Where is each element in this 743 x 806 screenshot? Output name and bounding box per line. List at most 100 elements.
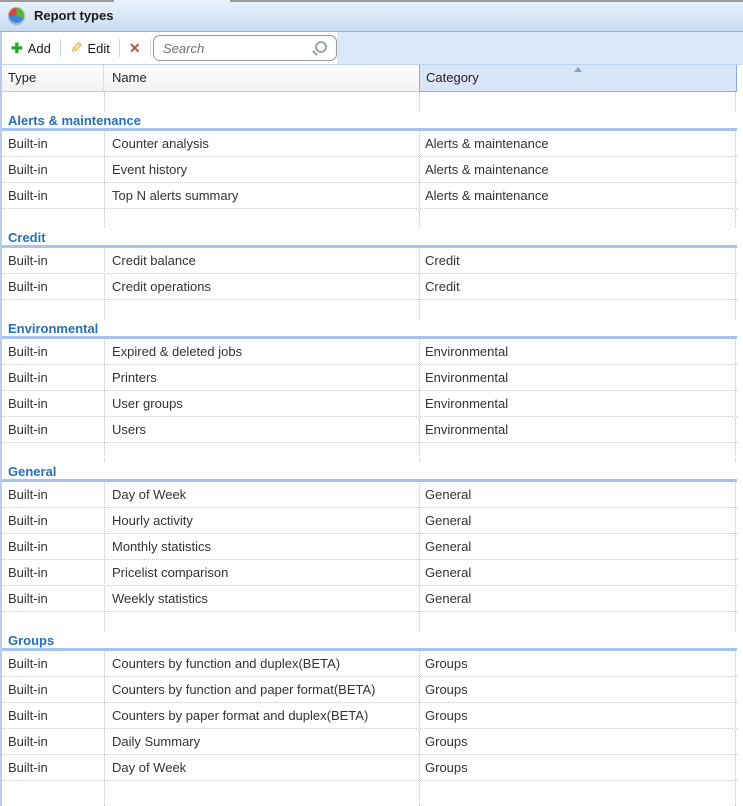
- cell-name: Pricelist comparison: [104, 560, 419, 585]
- group-section: Credit Built-in Credit balance Credit Bu…: [0, 229, 743, 300]
- group-section: Environmental Built-in Expired & deleted…: [0, 320, 743, 443]
- cell-type: Built-in: [0, 729, 104, 754]
- cell-category: General: [419, 508, 737, 533]
- cell-name: Counters by function and duplex(BETA): [104, 651, 419, 676]
- cell-name: Credit operations: [104, 274, 419, 299]
- group-rows: Built-in Day of Week General Built-in Ho…: [0, 482, 743, 612]
- cell-type: Built-in: [0, 508, 104, 533]
- cell-category: Environmental: [419, 365, 737, 390]
- table-row[interactable]: Built-in Daily Summary Groups: [0, 729, 737, 755]
- cell-type: Built-in: [0, 417, 104, 442]
- delete-x-icon: ✕: [129, 41, 141, 55]
- cell-category: Environmental: [419, 339, 737, 364]
- cell-type: Built-in: [0, 131, 104, 156]
- table-row[interactable]: Built-in Counters by function and duplex…: [0, 651, 737, 677]
- cell-name: Event history: [104, 157, 419, 182]
- table-row[interactable]: Built-in Monthly statistics General: [0, 534, 737, 560]
- group-rows: Built-in Counter analysis Alerts & maint…: [0, 131, 743, 209]
- table-row[interactable]: Built-in Event history Alerts & maintena…: [0, 157, 737, 183]
- cell-name: Day of Week: [104, 755, 419, 780]
- cell-name: Users: [104, 417, 419, 442]
- group-section: General Built-in Day of Week General Bui…: [0, 463, 743, 612]
- table-row[interactable]: Built-in Counters by paper format and du…: [0, 703, 737, 729]
- pie-chart-icon: [8, 7, 25, 24]
- group-header-label: Alerts & maintenance: [8, 113, 141, 128]
- cell-type: Built-in: [0, 248, 104, 273]
- window-left-border: [0, 32, 2, 806]
- table-row[interactable]: Built-in Day of Week General: [0, 482, 737, 508]
- toolbar: ✚ Add ✎ Edit ✕: [0, 32, 743, 65]
- cell-name: Printers: [104, 365, 419, 390]
- cell-type: Built-in: [0, 755, 104, 780]
- table-row[interactable]: Built-in Pricelist comparison General: [0, 560, 737, 586]
- group-section: Groups Built-in Counters by function and…: [0, 632, 743, 781]
- window-title: Report types: [34, 8, 113, 23]
- group-rows: Built-in Credit balance Credit Built-in …: [0, 248, 743, 300]
- cell-name: Day of Week: [104, 482, 419, 507]
- table-body: Alerts & maintenance Built-in Counter an…: [0, 92, 743, 806]
- group-header: Environmental: [0, 320, 737, 339]
- report-types-window: Report types ✚ Add ✎ Edit ✕ Type Nam: [0, 0, 743, 806]
- cell-category: Environmental: [419, 417, 737, 442]
- cell-category: Alerts & maintenance: [419, 131, 737, 156]
- column-header-category-label: Category: [426, 70, 479, 85]
- cell-category: General: [419, 482, 737, 507]
- group-section: Alerts & maintenance Built-in Counter an…: [0, 112, 743, 209]
- cell-name: Counters by paper format and duplex(BETA…: [104, 703, 419, 728]
- cell-type: Built-in: [0, 586, 104, 611]
- cell-type: Built-in: [0, 482, 104, 507]
- cell-category: General: [419, 534, 737, 559]
- cell-name: Counters by function and paper format(BE…: [104, 677, 419, 702]
- table-row[interactable]: Built-in Expired & deleted jobs Environm…: [0, 339, 737, 365]
- table-row[interactable]: Built-in Weekly statistics General: [0, 586, 737, 612]
- group-header-label: General: [8, 464, 56, 479]
- edit-button-label: Edit: [87, 41, 109, 56]
- table-row[interactable]: Built-in Hourly activity General: [0, 508, 737, 534]
- table-row[interactable]: Built-in Users Environmental: [0, 417, 737, 443]
- cell-type: Built-in: [0, 677, 104, 702]
- group-rows: Built-in Counters by function and duplex…: [0, 651, 743, 781]
- cell-type: Built-in: [0, 391, 104, 416]
- background-window-edge-left: [0, 0, 114, 2]
- table-row[interactable]: Built-in Day of Week Groups: [0, 755, 737, 781]
- cell-name: Monthly statistics: [104, 534, 419, 559]
- table-row[interactable]: Built-in Top N alerts summary Alerts & m…: [0, 183, 737, 209]
- cell-category: Alerts & maintenance: [419, 183, 737, 208]
- search-input[interactable]: [153, 35, 337, 61]
- table-row[interactable]: Built-in Credit operations Credit: [0, 274, 737, 300]
- cell-type: Built-in: [0, 157, 104, 182]
- table-row[interactable]: Built-in Credit balance Credit: [0, 248, 737, 274]
- cell-name: Counter analysis: [104, 131, 419, 156]
- cell-type: Built-in: [0, 534, 104, 559]
- table-row[interactable]: Built-in User groups Environmental: [0, 391, 737, 417]
- group-header-label: Credit: [8, 230, 46, 245]
- cell-type: Built-in: [0, 651, 104, 676]
- cell-category: Credit: [419, 274, 737, 299]
- group-header: Credit: [0, 229, 737, 248]
- group-header: General: [0, 463, 737, 482]
- delete-button[interactable]: ✕: [124, 38, 146, 58]
- edit-button[interactable]: ✎ Edit: [65, 38, 115, 59]
- table-row[interactable]: Built-in Counters by function and paper …: [0, 677, 737, 703]
- toolbar-buttons: ✚ Add ✎ Edit ✕: [6, 32, 155, 64]
- cell-type: Built-in: [0, 703, 104, 728]
- cell-name: User groups: [104, 391, 419, 416]
- search-box: [153, 35, 337, 61]
- toolbar-right-fill: [337, 32, 743, 64]
- column-header-name[interactable]: Name: [104, 64, 419, 92]
- group-header-label: Groups: [8, 633, 54, 648]
- column-header-category[interactable]: Category: [419, 64, 737, 92]
- sort-ascending-icon: [574, 67, 582, 72]
- column-header-type[interactable]: Type: [0, 64, 104, 92]
- cell-name: Credit balance: [104, 248, 419, 273]
- add-button[interactable]: ✚ Add: [6, 38, 56, 59]
- cell-type: Built-in: [0, 183, 104, 208]
- background-window-edge-right: [230, 0, 743, 2]
- cell-category: General: [419, 560, 737, 585]
- group-rows: Built-in Expired & deleted jobs Environm…: [0, 339, 743, 443]
- table-row[interactable]: Built-in Counter analysis Alerts & maint…: [0, 131, 737, 157]
- cell-type: Built-in: [0, 365, 104, 390]
- table-row[interactable]: Built-in Printers Environmental: [0, 365, 737, 391]
- cell-name: Hourly activity: [104, 508, 419, 533]
- group-header: Alerts & maintenance: [0, 112, 737, 131]
